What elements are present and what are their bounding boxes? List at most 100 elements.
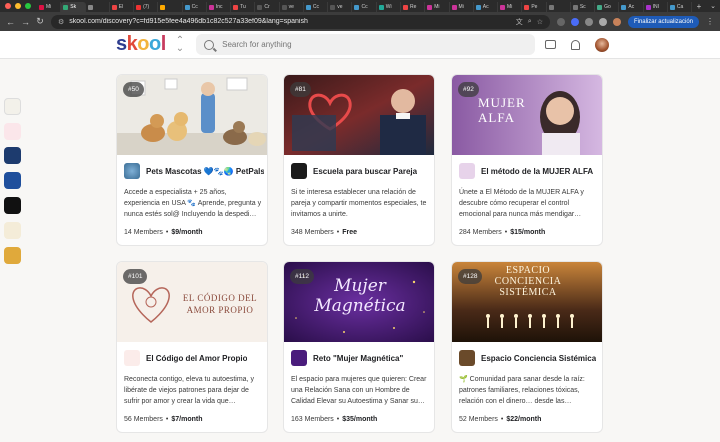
community-name[interactable]: Espacio Conciencia Sistémica: [481, 354, 596, 363]
browser-tab[interactable]: [547, 2, 571, 12]
browser-tab[interactable]: Inc: [207, 2, 232, 12]
browser-tab[interactable]: Ac: [619, 2, 644, 12]
tab-favicon-icon: [524, 4, 530, 10]
community-shortcut-icon[interactable]: [4, 123, 21, 140]
zoom-icon[interactable]: ⌕: [528, 18, 532, 26]
browser-tab-bar: Mi Sk El (7) Cc Inc Tu Cr ve Cc ve Cc Wi Re Mi Mi Ac Mi Pe…: [0, 0, 720, 12]
logo-letter: k: [126, 33, 138, 55]
site-header: skool ⌃ ⌄: [0, 31, 720, 59]
browser-tab[interactable]: [158, 2, 183, 12]
rank-badge: #81: [290, 82, 311, 97]
browser-tab[interactable]: Tu: [231, 2, 256, 12]
zoom-window-icon[interactable]: [25, 3, 31, 9]
browser-tab[interactable]: Wi: [377, 2, 401, 12]
community-switcher-icon[interactable]: ⌃ ⌄: [176, 35, 184, 53]
community-shortcut-icon[interactable]: [4, 147, 21, 164]
extension-icon[interactable]: [556, 17, 565, 26]
extensions-puzzle-icon[interactable]: [584, 17, 593, 26]
tab-label: Mi: [46, 4, 52, 10]
chat-icon[interactable]: [545, 40, 557, 49]
browser-tab[interactable]: Cc: [304, 2, 329, 12]
browser-tab[interactable]: Sc: [571, 2, 596, 12]
rank-badge: #50: [123, 82, 144, 97]
community-icon: [124, 350, 140, 366]
tab-favicon-icon: [354, 4, 360, 10]
reload-icon[interactable]: ↻: [36, 16, 44, 27]
browser-tab[interactable]: Mi: [37, 2, 62, 12]
forward-icon[interactable]: →: [21, 17, 30, 27]
community-shortcut-icon[interactable]: [4, 197, 21, 214]
community-shortcut-icon[interactable]: [4, 172, 21, 189]
browser-tab[interactable]: Cc: [183, 2, 207, 12]
extension-icon[interactable]: [570, 17, 579, 26]
community-name[interactable]: El Código del Amor Propio: [146, 354, 247, 363]
browser-menu-icon[interactable]: ⋮: [706, 17, 714, 26]
browser-tab[interactable]: Go: [595, 2, 620, 12]
community-title-row: Espacio Conciencia Sistémica: [459, 350, 599, 366]
tab-label: Cc: [361, 4, 368, 10]
tab-search-icon[interactable]: ⌄: [706, 2, 720, 10]
browser-tab[interactable]: Ac: [474, 2, 499, 12]
browser-tab[interactable]: Re: [401, 2, 426, 12]
new-tab-icon[interactable]: +: [692, 2, 706, 11]
browser-tab[interactable]: Ca: [668, 2, 693, 12]
browser-tab[interactable]: [86, 2, 110, 12]
bookmark-star-icon[interactable]: ☆: [537, 18, 543, 26]
browser-tab[interactable]: Mi: [498, 2, 523, 12]
window-controls: [5, 3, 31, 9]
site-info-icon[interactable]: ⚙: [58, 18, 64, 26]
update-browser-button[interactable]: Finalizar actualización: [627, 15, 699, 28]
translate-icon[interactable]: 文: [516, 17, 523, 27]
search-bar[interactable]: [196, 34, 536, 55]
community-icon: [124, 163, 140, 179]
community-price: $7/month: [171, 416, 203, 423]
tab-favicon-icon: [669, 4, 675, 10]
browser-tab[interactable]: INI: [644, 2, 668, 12]
browser-tab[interactable]: Mi: [425, 2, 450, 12]
community-name[interactable]: Escuela para buscar Pareja: [313, 167, 417, 176]
community-shortcut-icon[interactable]: [4, 247, 21, 264]
community-meta: 14 Members • $9/month: [124, 229, 203, 236]
community-description: Accede a especialista + 25 años, experie…: [124, 189, 262, 218]
tab-favicon-icon: [111, 4, 117, 10]
back-icon[interactable]: ←: [6, 17, 15, 27]
browser-tab[interactable]: Sk: [61, 2, 86, 12]
rank-badge: #92: [458, 82, 479, 97]
browser-tab[interactable]: ve: [328, 2, 353, 12]
sidebar-toggle-icon[interactable]: [598, 17, 607, 26]
browser-tab[interactable]: Cr: [255, 2, 280, 12]
browser-tab[interactable]: (7): [134, 2, 159, 12]
community-card[interactable]: Mujer Magnética #112 Reto "Mujer Magnéti…: [283, 261, 435, 433]
address-bar[interactable]: ⚙ skool.com/discovery?c=fd915e5fee4a496d…: [51, 14, 550, 29]
tab-label: Tu: [240, 4, 246, 10]
close-window-icon[interactable]: [5, 3, 11, 9]
browser-tab[interactable]: El: [110, 2, 135, 12]
browser-tab[interactable]: ve: [280, 2, 304, 12]
tab-label: Ca: [676, 4, 684, 10]
community-card[interactable]: MUJER ALFA #92 El método de la MUJER ALF…: [451, 74, 603, 246]
profile-avatar-icon[interactable]: [612, 17, 621, 26]
community-card[interactable]: ESPACIO CONCIENCIA SISTÉMICA #128 Espaci…: [451, 261, 603, 433]
community-card[interactable]: #50 Pets Mascotas 💙🐾🌏 PetPals Accede a e…: [116, 74, 268, 246]
community-name[interactable]: El método de la MUJER ALFA: [481, 167, 593, 176]
browser-tab[interactable]: Pe: [522, 2, 547, 12]
browser-tab[interactable]: Cc: [352, 2, 377, 12]
browser-tab[interactable]: Mi: [450, 2, 474, 12]
search-input[interactable]: [222, 40, 503, 49]
tab-favicon-icon: [645, 4, 651, 10]
community-shortcut-icon[interactable]: [4, 222, 21, 239]
minimize-window-icon[interactable]: [15, 3, 21, 9]
community-shortcut-icon[interactable]: [4, 98, 21, 115]
tab-favicon-icon: [402, 4, 408, 10]
community-price: $35/month: [342, 416, 378, 423]
community-name[interactable]: Pets Mascotas 💙🐾🌏 PetPals: [146, 167, 264, 176]
tab-favicon-icon: [451, 4, 457, 10]
tab-favicon-icon: [63, 4, 69, 10]
user-avatar[interactable]: [595, 37, 610, 52]
community-card[interactable]: #81 Escuela para buscar Pareja Si te int…: [283, 74, 435, 246]
skool-logo[interactable]: skool: [116, 33, 166, 56]
tab-favicon-icon: [184, 4, 190, 10]
community-name[interactable]: Reto "Mujer Magnética": [313, 354, 403, 363]
community-card[interactable]: EL CÓDIGO DEL AMOR PROPIO #101 El Código…: [116, 261, 268, 433]
notifications-bell-icon[interactable]: [571, 39, 581, 50]
